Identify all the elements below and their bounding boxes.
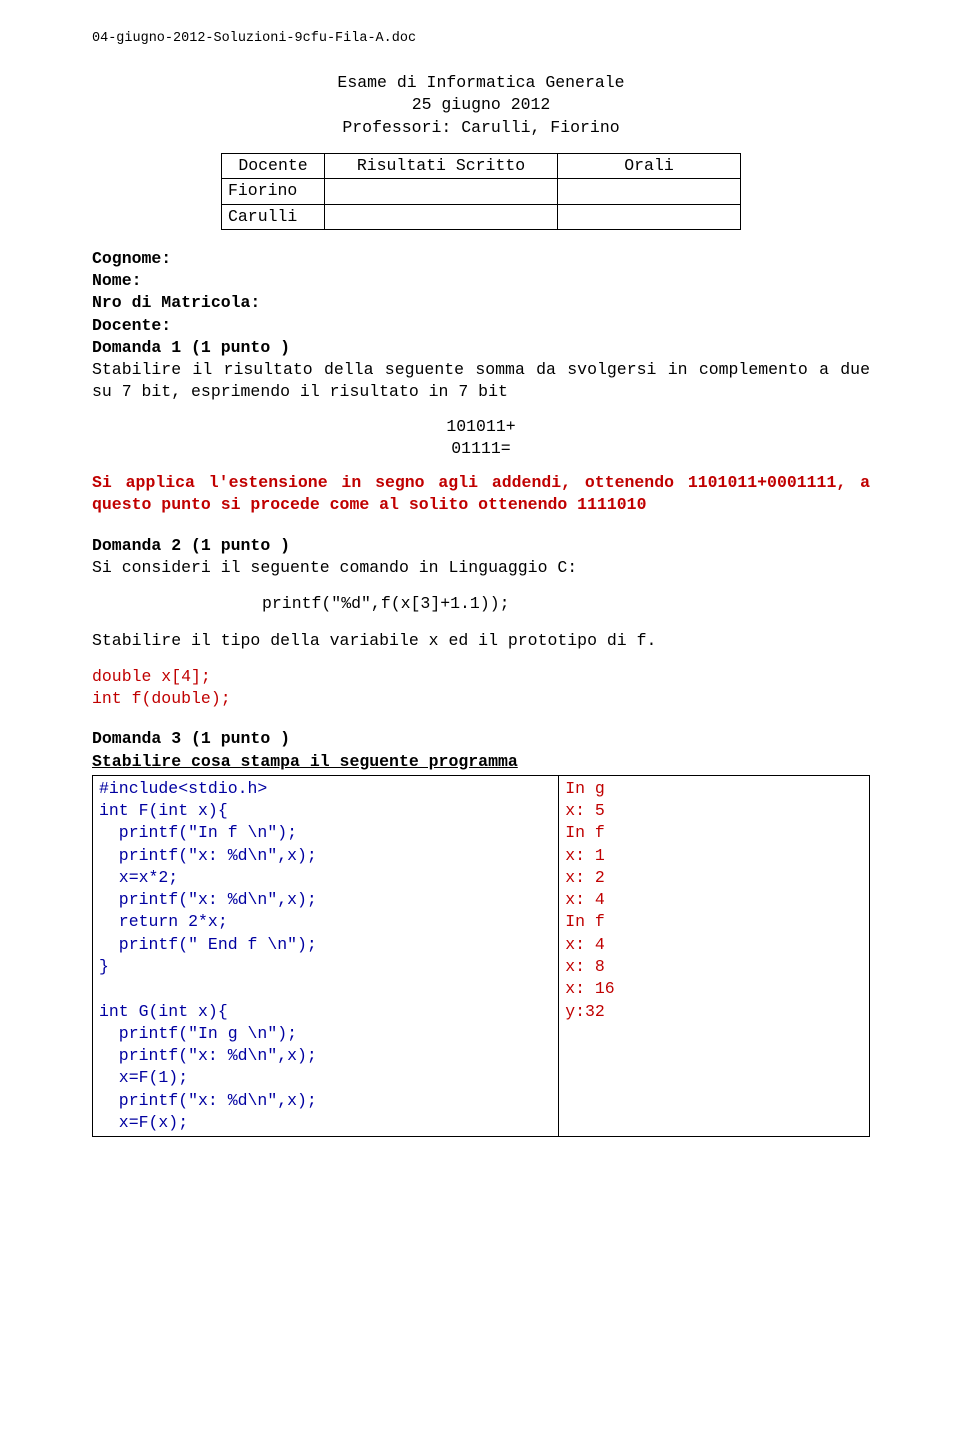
label-nome: Nome: xyxy=(92,270,870,292)
table-row: Carulli xyxy=(222,204,741,229)
th-risultati: Risultati Scritto xyxy=(325,154,558,179)
domanda1-math: 101011+ 01111= xyxy=(92,416,870,461)
domanda3-ask: Stabilire cosa stampa il seguente progra… xyxy=(92,751,870,773)
label-matricola: Nro di Matricola: xyxy=(92,292,870,314)
output-cell: In g x: 5 In f x: 1 x: 2 x: 4 In f x: 4 … xyxy=(559,775,870,1136)
table-row: Fiorino xyxy=(222,179,741,204)
document-page: 04-giugno-2012-Soluzioni-9cfu-Fila-A.doc… xyxy=(0,0,960,1167)
td-empty xyxy=(558,204,741,229)
table-row: #include<stdio.h> int F(int x){ printf("… xyxy=(93,775,870,1136)
code-cell: #include<stdio.h> int F(int x){ printf("… xyxy=(93,775,559,1136)
table-header-row: Docente Risultati Scritto Orali xyxy=(222,154,741,179)
th-orali: Orali xyxy=(558,154,741,179)
code-output-table: #include<stdio.h> int F(int x){ printf("… xyxy=(92,775,870,1137)
domanda2-head: Domanda 2 (1 punto ) xyxy=(92,535,870,557)
td-carulli: Carulli xyxy=(222,204,325,229)
domanda2-printf: printf("%d",f(x[3]+1.1)); xyxy=(92,593,870,615)
title-block: Esame di Informatica Generale 25 giugno … xyxy=(92,72,870,139)
domanda2-sol1: double x[4]; xyxy=(92,666,870,688)
filename-header: 04-giugno-2012-Soluzioni-9cfu-Fila-A.doc xyxy=(92,30,870,48)
title-line-1: Esame di Informatica Generale xyxy=(92,72,870,94)
docente-table: Docente Risultati Scritto Orali Fiorino … xyxy=(221,153,741,230)
label-cognome: Cognome: xyxy=(92,248,870,270)
domanda2-ask: Stabilire il tipo della variabile x ed i… xyxy=(92,630,870,652)
math-line-2: 01111= xyxy=(92,438,870,460)
title-line-2: 25 giugno 2012 xyxy=(92,94,870,116)
domanda1-solution: Si applica l'estensione in segno agli ad… xyxy=(92,472,870,517)
domanda2-intro: Si consideri il seguente comando in Ling… xyxy=(92,557,870,579)
math-line-1: 101011+ xyxy=(92,416,870,438)
td-fiorino: Fiorino xyxy=(222,179,325,204)
td-empty xyxy=(325,204,558,229)
title-line-3: Professori: Carulli, Fiorino xyxy=(92,117,870,139)
td-empty xyxy=(325,179,558,204)
domanda2-sol2: int f(double); xyxy=(92,688,870,710)
domanda1-head: Domanda 1 (1 punto ) xyxy=(92,337,870,359)
td-empty xyxy=(558,179,741,204)
domanda1-body: Stabilire il risultato della seguente so… xyxy=(92,359,870,404)
domanda3-head: Domanda 3 (1 punto ) xyxy=(92,728,870,750)
label-docente: Docente: xyxy=(92,315,870,337)
th-docente: Docente xyxy=(222,154,325,179)
